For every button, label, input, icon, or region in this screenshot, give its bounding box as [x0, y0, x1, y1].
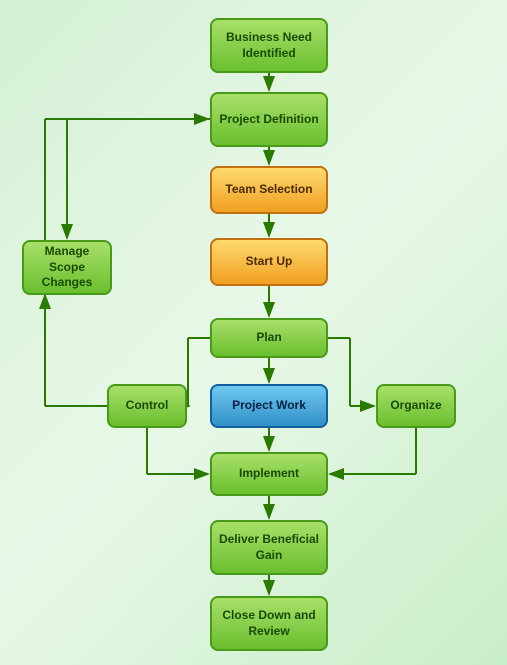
- manage-scope-box: Manage Scope Changes: [22, 240, 112, 295]
- deliver-box: Deliver Beneficial Gain: [210, 520, 328, 575]
- start-up-box: Start Up: [210, 238, 328, 286]
- plan-box: Plan: [210, 318, 328, 358]
- control-box: Control: [107, 384, 187, 428]
- project-definition-box: Project Definition: [210, 92, 328, 147]
- team-selection-box: Team Selection: [210, 166, 328, 214]
- project-work-box: Project Work: [210, 384, 328, 428]
- close-down-box: Close Down and Review: [210, 596, 328, 651]
- organize-box: Organize: [376, 384, 456, 428]
- diagram: Business Need Identified Project Definit…: [0, 0, 507, 665]
- business-need-box: Business Need Identified: [210, 18, 328, 73]
- implement-box: Implement: [210, 452, 328, 496]
